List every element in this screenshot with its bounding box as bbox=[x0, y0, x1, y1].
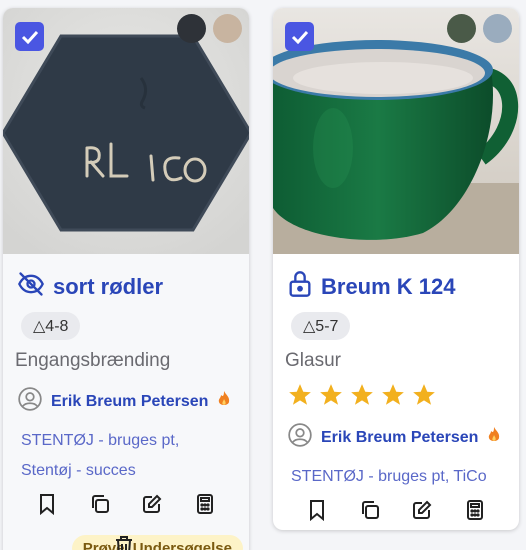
select-checkbox[interactable] bbox=[285, 22, 314, 51]
user-avatar-icon bbox=[17, 386, 43, 417]
recipe-type: Glasur bbox=[285, 350, 341, 371]
calculator-icon[interactable] bbox=[463, 498, 487, 522]
tag-item[interactable]: STENTØJ - bruges pt, TiCo bbox=[291, 462, 487, 492]
star-icon bbox=[351, 384, 373, 405]
copy-icon[interactable] bbox=[358, 498, 382, 522]
flame-icon bbox=[216, 390, 232, 413]
tag-list: STENTØJ - bruges pt, Stentøj - succes bbox=[21, 426, 179, 486]
card-title[interactable]: Breum K 124 bbox=[321, 274, 456, 300]
calculator-icon[interactable] bbox=[193, 492, 217, 516]
user-avatar-icon bbox=[287, 422, 313, 453]
cone-badge: △4-8 bbox=[21, 312, 81, 340]
trash-icon[interactable] bbox=[113, 534, 135, 550]
edit-icon[interactable] bbox=[410, 498, 434, 522]
lock-icon bbox=[287, 270, 313, 303]
bookmark-icon[interactable] bbox=[305, 498, 329, 522]
select-checkbox[interactable] bbox=[15, 22, 44, 51]
recipe-card[interactable]: Prøve, Undersøgelse sort rødler △4-8 Eng… bbox=[3, 8, 249, 550]
star-icon bbox=[320, 384, 342, 405]
author-row[interactable]: Erik Breum Petersen bbox=[17, 386, 232, 417]
copy-icon[interactable] bbox=[88, 492, 112, 516]
card-actions bbox=[3, 492, 249, 516]
author-row[interactable]: Erik Breum Petersen bbox=[287, 422, 502, 453]
card-title[interactable]: sort rødler bbox=[53, 274, 163, 300]
color-swatch bbox=[483, 14, 512, 43]
flame-icon bbox=[486, 426, 502, 449]
card-actions bbox=[273, 498, 519, 522]
tag-list: STENTØJ - bruges pt, TiCo bbox=[291, 462, 487, 492]
tag-item[interactable]: Stentøj - succes bbox=[21, 456, 179, 486]
star-icon bbox=[382, 384, 404, 405]
author-name[interactable]: Erik Breum Petersen bbox=[51, 393, 208, 411]
bookmark-icon[interactable] bbox=[35, 492, 59, 516]
cone-badge: △5-7 bbox=[291, 312, 351, 340]
color-swatch bbox=[177, 14, 206, 43]
author-name[interactable]: Erik Breum Petersen bbox=[321, 429, 478, 447]
card-title-row[interactable]: sort rødler bbox=[17, 270, 163, 303]
color-swatch bbox=[213, 14, 242, 43]
card-title-row[interactable]: Breum K 124 bbox=[287, 270, 456, 303]
recipe-type: Engangsbrænding bbox=[15, 350, 171, 371]
category-badge: Prøve, Undersøgelse bbox=[71, 535, 243, 550]
star-icon bbox=[289, 384, 311, 405]
eye-off-icon bbox=[17, 270, 45, 303]
edit-icon[interactable] bbox=[140, 492, 164, 516]
rating-stars bbox=[287, 382, 437, 408]
tag-item[interactable]: STENTØJ - bruges pt, bbox=[21, 426, 179, 456]
recipe-card[interactable]: Breum K 124 △5-7 Glasur Erik Breum Peter… bbox=[273, 8, 519, 530]
star-icon bbox=[413, 384, 435, 405]
color-swatch bbox=[447, 14, 476, 43]
